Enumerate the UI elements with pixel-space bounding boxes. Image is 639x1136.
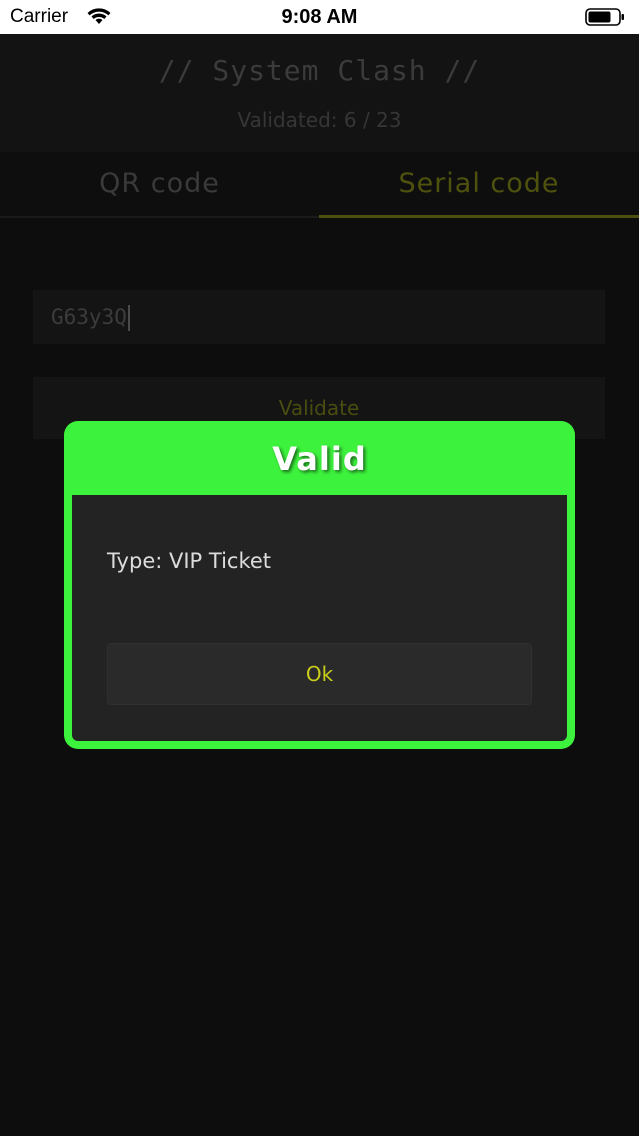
app-screen: Carrier 9:08 AM // System Clash // Valid… — [0, 0, 639, 1136]
dialog-title: Valid — [272, 440, 367, 478]
page-title: // System Clash // — [158, 54, 481, 87]
serial-code-input[interactable]: G63y3Q — [33, 290, 605, 344]
ticket-type-text: Type: VIP Ticket — [107, 549, 272, 573]
validated-counter: Validated: 6 / 23 — [237, 108, 402, 132]
dialog-header: Valid — [64, 421, 575, 495]
serial-code-value: G63y3Q — [51, 305, 127, 329]
ok-button[interactable]: Ok — [107, 643, 532, 705]
tab-bar: QR code Serial code — [0, 152, 639, 218]
battery-icon — [585, 8, 624, 26]
app-header: // System Clash // Validated: 6 / 23 — [0, 34, 639, 152]
tab-serial-code[interactable]: Serial code — [319, 152, 639, 218]
dialog-body: Type: VIP Ticket Ok — [72, 495, 567, 741]
tab-qr-code[interactable]: QR code — [0, 152, 319, 218]
validation-result-dialog: Valid Type: VIP Ticket Ok — [64, 421, 575, 749]
text-caret — [127, 305, 130, 331]
clock: 9:08 AM — [281, 6, 358, 28]
status-bar: Carrier 9:08 AM — [0, 0, 639, 34]
